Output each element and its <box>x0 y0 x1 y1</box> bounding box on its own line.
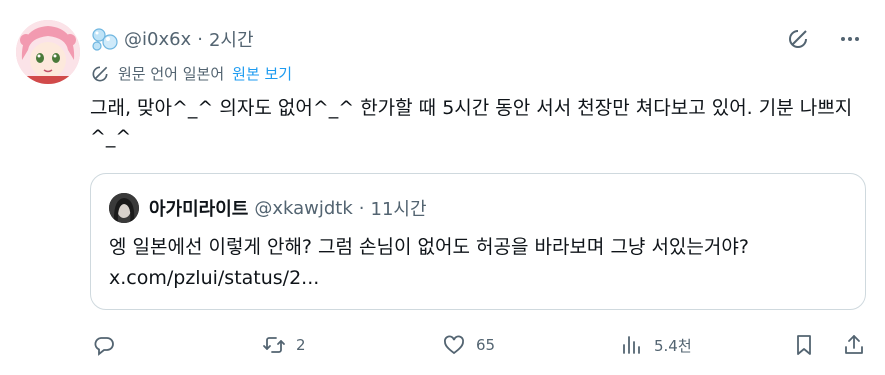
views-icon <box>623 336 640 354</box>
quote-tweet[interactable]: 아가미라이트 @xkawjdtk · 11시간 엥 일본에선 이렇게 안해? 그… <box>90 173 866 310</box>
translation-row: 원문 언어 일본어 원본 보기 <box>90 63 292 84</box>
share-icon <box>845 335 863 354</box>
action-bar: 2 65 5.4천 <box>90 330 866 360</box>
grok-icon[interactable] <box>785 26 811 52</box>
quote-text-line: 엥 일본에선 이렇게 안해? 그럼 손님이 없어도 허공을 바라보며 그냥 서있… <box>109 236 749 258</box>
tweet-text: 그래, 맞아^_^ 의자도 없어^_^ 한가할 때 5시간 동안 서서 천장만 … <box>90 97 853 148</box>
views-button[interactable]: 5.4천 <box>620 330 692 360</box>
retweet-icon <box>263 337 285 353</box>
reply-icon <box>94 337 114 356</box>
bookmark-button[interactable] <box>792 330 816 360</box>
bookmark-icon <box>797 335 811 355</box>
top-actions <box>785 26 863 52</box>
quote-time[interactable]: 11시간 <box>371 195 427 221</box>
like-icon <box>444 335 464 355</box>
quote-avatar[interactable] <box>109 193 139 223</box>
tweet-time[interactable]: 2시간 <box>209 26 254 52</box>
quote-header: 아가미라이트 @xkawjdtk · 11시간 <box>149 194 427 222</box>
retweet-button[interactable]: 2 <box>262 330 306 360</box>
like-count: 65 <box>476 336 496 354</box>
retweet-count: 2 <box>296 336 306 354</box>
tweet-header: @i0x6x · 2시간 <box>90 26 254 52</box>
show-original-link[interactable]: 원본 보기 <box>232 63 292 84</box>
avatar[interactable] <box>16 20 80 84</box>
user-handle[interactable]: @i0x6x <box>124 29 191 50</box>
quote-author-handle[interactable]: @xkawjdtk <box>254 198 352 219</box>
translate-icon <box>92 66 108 81</box>
views-count: 5.4천 <box>654 336 692 355</box>
quote-text: 엥 일본에선 이렇게 안해? 그럼 손님이 없어도 허공을 바라보며 그냥 서있… <box>109 232 859 294</box>
more-icon[interactable] <box>837 26 863 52</box>
separator-dot: · <box>197 28 203 50</box>
share-button[interactable] <box>842 330 866 360</box>
quote-link[interactable]: x.com/pzlui/status/2... <box>109 263 859 294</box>
reply-button[interactable] <box>92 330 126 360</box>
separator-dot: · <box>358 197 365 219</box>
quote-author-name[interactable]: 아가미라이트 <box>149 195 248 221</box>
translation-note: 원문 언어 일본어 <box>118 65 225 83</box>
like-button[interactable]: 65 <box>442 330 495 360</box>
avatar-image <box>16 20 80 84</box>
bubbles-icon <box>92 28 118 51</box>
